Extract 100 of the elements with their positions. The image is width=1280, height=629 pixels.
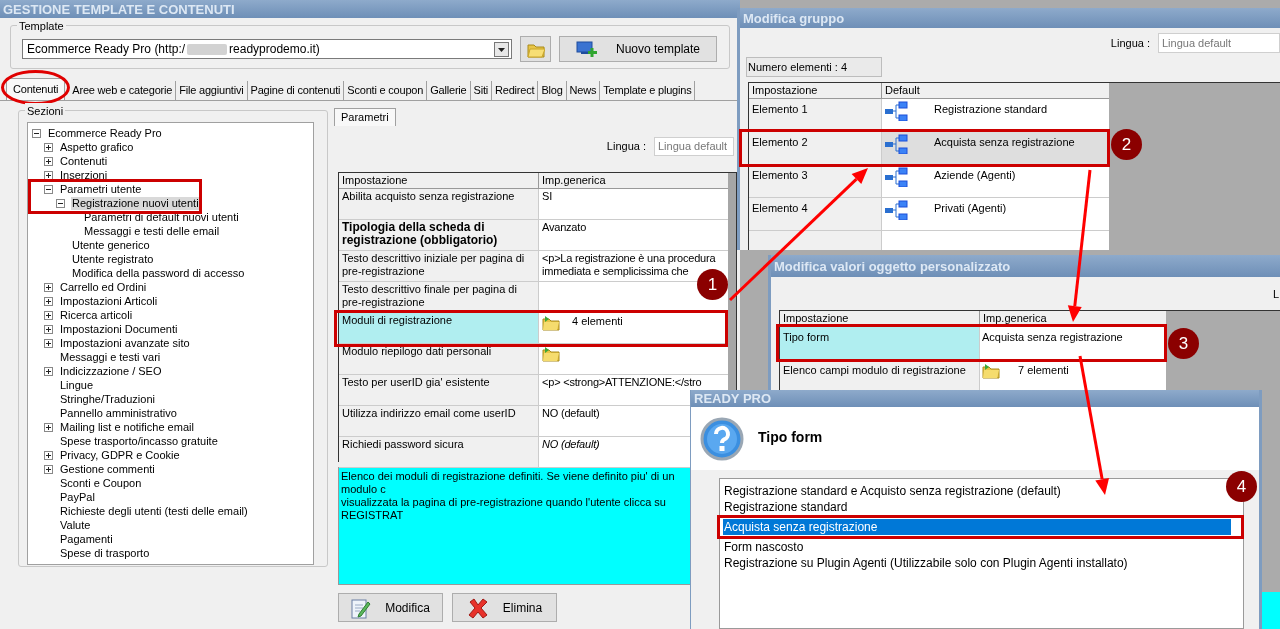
expand-icon[interactable] [44,142,53,152]
table-cell: Elemento 1 [749,99,882,131]
table-cell[interactable]: Privati (Agenti) [882,198,1109,230]
table-cell[interactable]: Aziende (Agenti) [882,165,1109,197]
tree-item[interactable]: Registrazione nuovi utenti [71,196,200,210]
edit-icon [351,596,372,619]
field-label: Lingua : [606,139,646,155]
tree-item[interactable]: Impostazioni Articoli [59,294,159,308]
hierarchy-icon [884,134,908,154]
language-field[interactable]: Lingua default [654,137,734,156]
template-dropdown[interactable]: Ecommerce Ready Pro (http:/ readyprodemo.it) [22,39,512,59]
tree-item[interactable]: Utente registrato [71,252,155,266]
tree-item[interactable]: Stringhe/Traduzioni [59,392,156,406]
tab[interactable]: Gallerie [427,81,471,100]
table-cell: Moduli di registrazione [339,313,539,343]
tab[interactable]: News [566,81,601,100]
table-cell-text: Avanzato [542,221,588,234]
tab[interactable]: Siti [470,81,492,100]
expand-icon[interactable] [44,450,53,460]
tree-item[interactable]: Contenuti [59,154,109,168]
tree-item[interactable]: Mailing list e notifiche email [59,420,195,434]
delete-button[interactable]: Elimina [452,593,557,622]
tree-item[interactable]: Spese trasporto/incasso gratuite [59,434,219,448]
tree-item[interactable]: Valute [59,518,92,532]
tree-item[interactable]: Sconti e Coupon [59,476,143,490]
expand-icon[interactable] [44,464,53,474]
expand-icon[interactable] [44,296,53,306]
table-cell: Abilita acquisto senza registrazione [339,189,539,219]
tab[interactable]: Blog [538,81,567,100]
table-cell[interactable]: Registrazione standard [882,99,1109,131]
tab[interactable]: File aggiuntivi [176,81,248,100]
tree-item[interactable]: Messaggi e testi delle email [83,224,221,238]
expand-icon[interactable] [44,422,53,432]
element-count: Numero elementi : 4 [746,57,882,77]
table-cell[interactable]: Acquista senza registrazione [882,132,1109,164]
list-option[interactable]: Registrazione standard [723,499,849,515]
expand-icon[interactable] [44,282,53,292]
column-header: Impostazione [339,173,539,188]
expand-icon[interactable] [44,170,53,180]
description-text: visualizzata la pagina di pre-registrazione quando l'utente clicca su REGISTRAT [341,496,667,522]
table-cell-text: Acquista senza registrazione [982,330,1123,345]
tree-item[interactable]: Impostazioni avanzate sito [59,336,191,350]
table-cell: Richiedi password sicura [339,437,539,467]
tree-item[interactable]: Indicizzazione / SEO [59,364,163,378]
expand-icon[interactable] [44,366,53,376]
new-template-button[interactable]: Nuovo template [559,36,717,62]
tab[interactable]: Aree web e categorie [69,81,177,100]
collapse-icon[interactable] [32,128,41,138]
list-option[interactable]: Registrazione standard e Acquisto senza registrazione (default) [723,483,1062,499]
delete-icon [466,596,489,619]
dropdown-value: readyprodemo.it) [229,41,320,58]
window-title: READY PRO [691,390,1259,407]
tree-item[interactable]: Impostazioni Documenti [59,322,179,336]
language-field[interactable]: Lingua default [1158,33,1280,53]
tree-item[interactable]: Richieste degli utenti (testi delle email) [59,504,249,518]
table-cell-text: 7 elementi [1018,363,1069,378]
column-header: Imp.generica [541,173,607,188]
tree-item[interactable]: Gestione commenti [59,462,156,476]
tree-item[interactable]: Pagamenti [59,532,114,546]
tree-item[interactable]: Inserzioni [59,168,109,182]
tree-item[interactable]: Carrello ed Ordini [59,280,148,294]
field-label: L [1272,287,1279,302]
column-header: Default [884,83,921,98]
caret-icon [494,41,509,57]
tree-item[interactable]: PayPal [59,490,96,504]
list-option[interactable]: Form nascosto [723,539,805,555]
tree-item[interactable]: Pannello amministrativo [59,406,178,420]
tree-item[interactable]: Parametri utente [59,182,143,196]
table-cell: Utilizza indirizzo email come userID [339,406,539,436]
tree-item[interactable]: Ricerca articoli [59,308,134,322]
folder-icon [542,314,560,331]
tree-item[interactable]: Ecommerce Ready Pro [47,126,163,140]
tab[interactable]: Sconti e coupon [344,81,428,100]
tree-item[interactable]: Privacy, GDPR e Cookie [59,448,181,462]
tree-item[interactable]: Modifica della password di accesso [71,266,246,280]
expand-icon[interactable] [44,310,53,320]
tab[interactable]: Parametri [334,108,396,126]
list-option[interactable]: Acquista senza registrazione [723,519,1231,535]
tree-item[interactable]: Lingue [59,378,95,392]
column-header: Impostazione [749,83,882,98]
edit-button[interactable]: Modifica [338,593,443,622]
tree-item[interactable]: Aspetto grafico [59,140,135,154]
tab[interactable]: Pagine di contenuti [247,81,345,100]
collapse-icon[interactable] [56,198,65,208]
expand-icon[interactable] [44,338,53,348]
table-cell-text: <p> <strong>ATTENZIONE:</stro [542,376,703,389]
window-title: Modifica valori oggetto personalizzato [771,255,1280,277]
table-cell: Tipologia della scheda di registrazione (obbligatorio) [339,220,539,250]
expand-icon[interactable] [44,324,53,334]
tree-item[interactable]: Spese di trasporto [59,546,151,560]
tab[interactable]: Template e plugins [600,81,696,100]
tree-item[interactable]: Messaggi e testi vari [59,350,162,364]
tab[interactable]: Contenuti [6,78,66,100]
tree-item[interactable]: Utente generico [71,238,151,252]
expand-icon[interactable] [44,156,53,166]
list-option[interactable]: Registrazione su Plugin Agenti (Utilizzabile solo con Plugin Agenti installato) [723,555,1129,571]
tab[interactable]: Redirect [492,81,539,100]
collapse-icon[interactable] [44,184,53,194]
blurred-text [187,43,228,55]
table-cell-text: NO (default) [542,438,601,451]
